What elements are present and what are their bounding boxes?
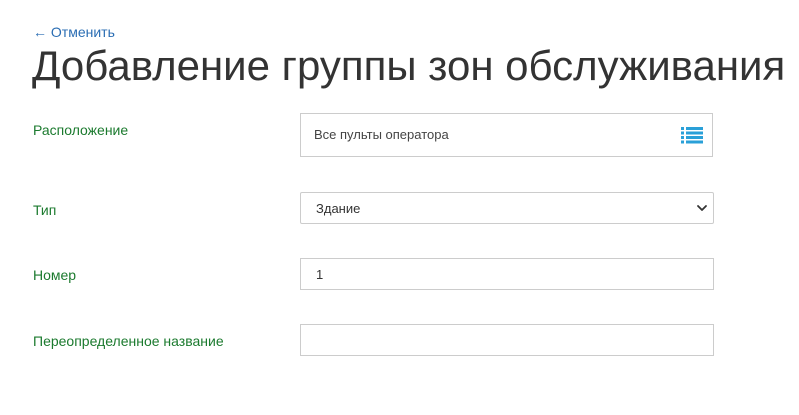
number-label: Номер xyxy=(33,267,77,283)
type-select-value: Здание xyxy=(316,201,361,216)
list-icon[interactable] xyxy=(681,126,703,144)
location-picker[interactable]: Все пульты оператора xyxy=(300,113,713,157)
page-title: Добавление группы зон обслуживания xyxy=(32,42,786,89)
chevron-down-icon xyxy=(697,205,707,211)
override-name-label: Переопределенное название xyxy=(33,333,224,349)
page: ← Отменить Добавление группы зон обслужи… xyxy=(0,0,799,415)
number-input[interactable] xyxy=(300,258,714,290)
location-value: Все пульты оператора xyxy=(314,127,449,142)
type-label: Тип xyxy=(33,202,57,218)
location-label: Расположение xyxy=(33,122,129,138)
type-select[interactable]: Здание xyxy=(300,192,714,224)
override-name-input[interactable] xyxy=(300,324,714,356)
